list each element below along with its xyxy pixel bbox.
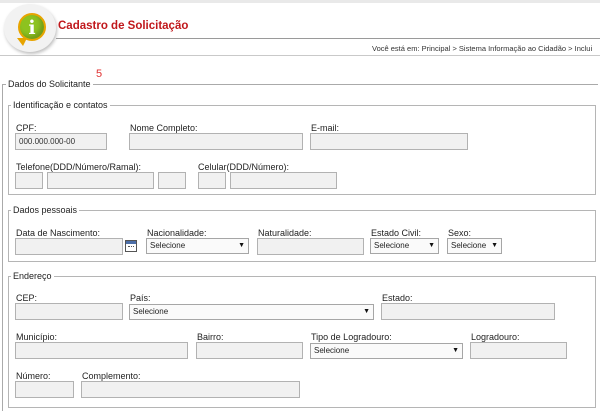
chevron-down-icon: ▼ xyxy=(363,308,370,315)
pais-label: País: xyxy=(130,293,151,303)
chevron-down-icon: ▼ xyxy=(452,347,459,354)
breadcrumb: Você está em: Principal > Sistema Inform… xyxy=(372,44,592,53)
bairro-input[interactable] xyxy=(196,342,303,359)
pais-select[interactable]: Selecione ▼ xyxy=(129,304,374,320)
sexo-value: Selecione xyxy=(451,241,487,250)
breadcrumb-text[interactable]: Você está em: Principal > Sistema Inform… xyxy=(372,44,592,53)
telefone-label: Telefone(DDD/Número/Ramal): xyxy=(16,162,142,172)
pessoais-legend: Dados pessoais xyxy=(11,205,80,215)
info-icon: i xyxy=(18,13,46,41)
estado-label: Estado: xyxy=(382,293,413,303)
naturalidade-input[interactable] xyxy=(257,238,364,255)
calendar-icon[interactable] xyxy=(125,240,137,252)
telefone-ddd-input[interactable] xyxy=(15,172,43,189)
nacionalidade-select[interactable]: Selecione ▼ xyxy=(146,238,249,254)
municipio-input[interactable] xyxy=(15,342,188,359)
header-top-border xyxy=(0,0,600,3)
logradouro-input[interactable] xyxy=(470,342,567,359)
tipo-logradouro-value: Selecione xyxy=(314,346,350,355)
info-logo: i xyxy=(4,4,56,52)
numero-input[interactable] xyxy=(15,381,74,398)
sexo-label: Sexo: xyxy=(448,228,472,238)
numero-label: Número: xyxy=(16,371,51,381)
endereco-legend: Endereço xyxy=(11,271,54,281)
page-header: i Cadastro de Solicitação Você está em: … xyxy=(0,0,600,60)
nome-label: Nome Completo: xyxy=(130,123,198,133)
tipo-logradouro-label: Tipo de Logradouro: xyxy=(311,332,392,342)
identificacao-legend: Identificação e contatos xyxy=(11,100,110,110)
estado-input[interactable] xyxy=(381,303,555,320)
nacionalidade-label: Nacionalidade: xyxy=(147,228,207,238)
telefone-ramal-input[interactable] xyxy=(158,172,186,189)
complemento-input[interactable] xyxy=(81,381,300,398)
pais-value: Selecione xyxy=(133,307,169,316)
solicitante-legend: Dados do Solicitante xyxy=(6,79,93,89)
nascimento-input[interactable] xyxy=(15,238,123,255)
cep-label: CEP: xyxy=(16,293,38,303)
page-title: Cadastro de Solicitação xyxy=(58,20,189,32)
nascimento-label: Data de Nascimento: xyxy=(16,228,101,238)
complemento-label: Complemento: xyxy=(82,371,141,381)
chevron-down-icon: ▼ xyxy=(491,242,498,249)
chevron-down-icon: ▼ xyxy=(238,242,245,249)
cpf-label: CPF: xyxy=(16,123,37,133)
info-letter: i xyxy=(28,17,36,39)
header-bottom-border xyxy=(0,55,600,56)
nacionalidade-value: Selecione xyxy=(150,241,186,250)
municipio-label: Município: xyxy=(16,332,58,342)
counter-badge: 5 xyxy=(96,68,103,80)
email-input[interactable] xyxy=(310,133,468,150)
logradouro-label: Logradouro: xyxy=(471,332,520,342)
celular-numero-input[interactable] xyxy=(230,172,337,189)
logo-tail xyxy=(17,38,27,46)
bairro-label: Bairro: xyxy=(197,332,224,342)
header-divider xyxy=(56,38,600,39)
estado-civil-label: Estado Civil: xyxy=(371,228,422,238)
estado-civil-select[interactable]: Selecione ▼ xyxy=(370,238,439,254)
sexo-select[interactable]: Selecione ▼ xyxy=(447,238,502,254)
tipo-logradouro-select[interactable]: Selecione ▼ xyxy=(310,343,463,359)
cpf-input[interactable]: 000.000.000-00 xyxy=(15,133,107,150)
email-label: E-mail: xyxy=(311,123,340,133)
nome-input[interactable] xyxy=(129,133,303,150)
estado-civil-value: Selecione xyxy=(374,241,410,250)
telefone-numero-input[interactable] xyxy=(47,172,154,189)
celular-ddd-input[interactable] xyxy=(198,172,226,189)
celular-label: Celular(DDD/Número): xyxy=(198,162,290,172)
naturalidade-label: Naturalidade: xyxy=(258,228,312,238)
chevron-down-icon: ▼ xyxy=(428,242,435,249)
cep-input[interactable] xyxy=(15,303,123,320)
